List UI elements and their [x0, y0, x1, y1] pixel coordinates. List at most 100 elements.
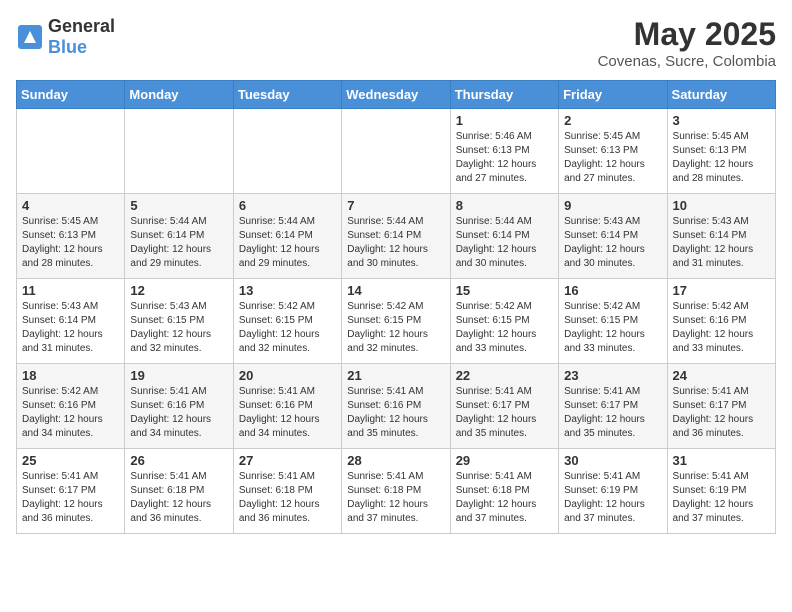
calendar-cell: 12 Sunrise: 5:43 AM Sunset: 6:15 PM Dayli… — [125, 279, 233, 364]
day-detail: Sunrise: 5:41 AM Sunset: 6:17 PM Dayligh… — [22, 470, 119, 526]
day-number: 12 — [130, 283, 227, 298]
day-number: 19 — [130, 368, 227, 383]
day-detail: Sunrise: 5:44 AM Sunset: 6:14 PM Dayligh… — [347, 215, 444, 271]
day-detail: Sunrise: 5:43 AM Sunset: 6:14 PM Dayligh… — [564, 215, 661, 271]
calendar-cell — [233, 109, 341, 194]
day-detail: Sunrise: 5:43 AM Sunset: 6:14 PM Dayligh… — [22, 300, 119, 356]
calendar-cell: 24 Sunrise: 5:41 AM Sunset: 6:17 PM Dayli… — [667, 364, 775, 449]
day-detail: Sunrise: 5:44 AM Sunset: 6:14 PM Dayligh… — [239, 215, 336, 271]
calendar-week-3: 11 Sunrise: 5:43 AM Sunset: 6:14 PM Dayli… — [17, 279, 776, 364]
calendar-cell: 17Sunrise: 5:42 AM Sunset: 6:16 PM Dayli… — [667, 279, 775, 364]
title-area: May 2025 Covenas, Sucre, Colombia — [598, 16, 776, 70]
calendar-cell: 16Sunrise: 5:42 AM Sunset: 6:15 PM Dayli… — [559, 279, 667, 364]
day-number: 21 — [347, 368, 444, 383]
day-header-tuesday: Tuesday — [233, 81, 341, 109]
day-number: 27 — [239, 453, 336, 468]
day-number: 9 — [564, 198, 661, 213]
day-detail: Sunrise: 5:41 AM Sunset: 6:18 PM Dayligh… — [130, 470, 227, 526]
calendar-cell: 25Sunrise: 5:41 AM Sunset: 6:17 PM Dayli… — [17, 449, 125, 534]
day-number: 24 — [673, 368, 770, 383]
calendar-cell: 15 Sunrise: 5:42 AM Sunset: 6:15 PM Dayli… — [450, 279, 558, 364]
day-number: 29 — [456, 453, 553, 468]
day-detail: Sunrise: 5:45 AM Sunset: 6:13 PM Dayligh… — [673, 130, 770, 186]
calendar-week-4: 18Sunrise: 5:42 AM Sunset: 6:16 PM Dayli… — [17, 364, 776, 449]
day-number: 3 — [673, 113, 770, 128]
day-detail: Sunrise: 5:44 AM Sunset: 6:14 PM Dayligh… — [456, 215, 553, 271]
day-detail: Sunrise: 5:41 AM Sunset: 6:18 PM Dayligh… — [456, 470, 553, 526]
day-detail: Sunrise: 5:41 AM Sunset: 6:18 PM Dayligh… — [239, 470, 336, 526]
calendar-cell: 30 Sunrise: 5:41 AM Sunset: 6:19 PM Dayli… — [559, 449, 667, 534]
day-detail: Sunrise: 5:42 AM Sunset: 6:15 PM Dayligh… — [564, 300, 661, 356]
logo-general-text: General — [48, 16, 115, 36]
day-number: 26 — [130, 453, 227, 468]
logo-icon — [16, 23, 44, 51]
day-detail: Sunrise: 5:41 AM Sunset: 6:17 PM Dayligh… — [564, 385, 661, 441]
calendar-week-1: 1 Sunrise: 5:46 AM Sunset: 6:13 PM Daylig… — [17, 109, 776, 194]
day-number: 8 — [456, 198, 553, 213]
day-detail: Sunrise: 5:41 AM Sunset: 6:18 PM Dayligh… — [347, 470, 444, 526]
day-header-sunday: Sunday — [17, 81, 125, 109]
day-detail: Sunrise: 5:45 AM Sunset: 6:13 PM Dayligh… — [22, 215, 119, 271]
day-number: 4 — [22, 198, 119, 213]
calendar-cell: 14 Sunrise: 5:42 AM Sunset: 6:15 PM Dayli… — [342, 279, 450, 364]
day-number: 18 — [22, 368, 119, 383]
calendar-cell: 8 Sunrise: 5:44 AM Sunset: 6:14 PM Daylig… — [450, 194, 558, 279]
day-header-wednesday: Wednesday — [342, 81, 450, 109]
day-number: 7 — [347, 198, 444, 213]
day-number: 11 — [22, 283, 119, 298]
calendar-cell: 21 Sunrise: 5:41 AM Sunset: 6:16 PM Dayli… — [342, 364, 450, 449]
calendar-cell: 1 Sunrise: 5:46 AM Sunset: 6:13 PM Daylig… — [450, 109, 558, 194]
day-detail: Sunrise: 5:42 AM Sunset: 6:15 PM Dayligh… — [456, 300, 553, 356]
calendar-cell: 20Sunrise: 5:41 AM Sunset: 6:16 PM Dayli… — [233, 364, 341, 449]
day-detail: Sunrise: 5:41 AM Sunset: 6:19 PM Dayligh… — [673, 470, 770, 526]
day-number: 5 — [130, 198, 227, 213]
day-detail: Sunrise: 5:41 AM Sunset: 6:17 PM Dayligh… — [673, 385, 770, 441]
calendar-cell: 18Sunrise: 5:42 AM Sunset: 6:16 PM Dayli… — [17, 364, 125, 449]
calendar-cell: 23Sunrise: 5:41 AM Sunset: 6:17 PM Dayli… — [559, 364, 667, 449]
day-number: 1 — [456, 113, 553, 128]
day-number: 28 — [347, 453, 444, 468]
day-number: 30 — [564, 453, 661, 468]
day-detail: Sunrise: 5:41 AM Sunset: 6:17 PM Dayligh… — [456, 385, 553, 441]
day-number: 31 — [673, 453, 770, 468]
day-number: 10 — [673, 198, 770, 213]
calendar-week-5: 25Sunrise: 5:41 AM Sunset: 6:17 PM Dayli… — [17, 449, 776, 534]
day-detail: Sunrise: 5:43 AM Sunset: 6:15 PM Dayligh… — [130, 300, 227, 356]
day-detail: Sunrise: 5:42 AM Sunset: 6:16 PM Dayligh… — [673, 300, 770, 356]
logo: General Blue — [16, 16, 115, 58]
logo-blue-text: Blue — [48, 37, 87, 57]
day-number: 13 — [239, 283, 336, 298]
day-number: 15 — [456, 283, 553, 298]
calendar-cell: 31 Sunrise: 5:41 AM Sunset: 6:19 PM Dayli… — [667, 449, 775, 534]
calendar-cell: 22 Sunrise: 5:41 AM Sunset: 6:17 PM Dayli… — [450, 364, 558, 449]
day-number: 6 — [239, 198, 336, 213]
day-header-thursday: Thursday — [450, 81, 558, 109]
day-number: 14 — [347, 283, 444, 298]
calendar-header-row: SundayMondayTuesdayWednesdayThursdayFrid… — [17, 81, 776, 109]
calendar-cell: 13 Sunrise: 5:42 AM Sunset: 6:15 PM Dayli… — [233, 279, 341, 364]
calendar-cell — [125, 109, 233, 194]
day-detail: Sunrise: 5:42 AM Sunset: 6:15 PM Dayligh… — [239, 300, 336, 356]
calendar-cell: 27 Sunrise: 5:41 AM Sunset: 6:18 PM Dayli… — [233, 449, 341, 534]
day-detail: Sunrise: 5:41 AM Sunset: 6:16 PM Dayligh… — [239, 385, 336, 441]
calendar-table: SundayMondayTuesdayWednesdayThursdayFrid… — [16, 80, 776, 534]
location-text: Covenas, Sucre, Colombia — [598, 53, 776, 70]
day-detail: Sunrise: 5:44 AM Sunset: 6:14 PM Dayligh… — [130, 215, 227, 271]
calendar-cell: 29 Sunrise: 5:41 AM Sunset: 6:18 PM Dayli… — [450, 449, 558, 534]
day-header-saturday: Saturday — [667, 81, 775, 109]
calendar-cell: 5 Sunrise: 5:44 AM Sunset: 6:14 PM Daylig… — [125, 194, 233, 279]
month-year-title: May 2025 — [598, 16, 776, 53]
day-header-friday: Friday — [559, 81, 667, 109]
day-detail: Sunrise: 5:42 AM Sunset: 6:15 PM Dayligh… — [347, 300, 444, 356]
day-detail: Sunrise: 5:41 AM Sunset: 6:16 PM Dayligh… — [130, 385, 227, 441]
day-detail: Sunrise: 5:43 AM Sunset: 6:14 PM Dayligh… — [673, 215, 770, 271]
calendar-cell — [342, 109, 450, 194]
page-header: General Blue May 2025 Covenas, Sucre, Co… — [16, 16, 776, 70]
calendar-cell — [17, 109, 125, 194]
day-number: 22 — [456, 368, 553, 383]
day-detail: Sunrise: 5:41 AM Sunset: 6:16 PM Dayligh… — [347, 385, 444, 441]
day-detail: Sunrise: 5:46 AM Sunset: 6:13 PM Dayligh… — [456, 130, 553, 186]
calendar-cell: 26 Sunrise: 5:41 AM Sunset: 6:18 PM Dayli… — [125, 449, 233, 534]
day-detail: Sunrise: 5:41 AM Sunset: 6:19 PM Dayligh… — [564, 470, 661, 526]
day-detail: Sunrise: 5:45 AM Sunset: 6:13 PM Dayligh… — [564, 130, 661, 186]
